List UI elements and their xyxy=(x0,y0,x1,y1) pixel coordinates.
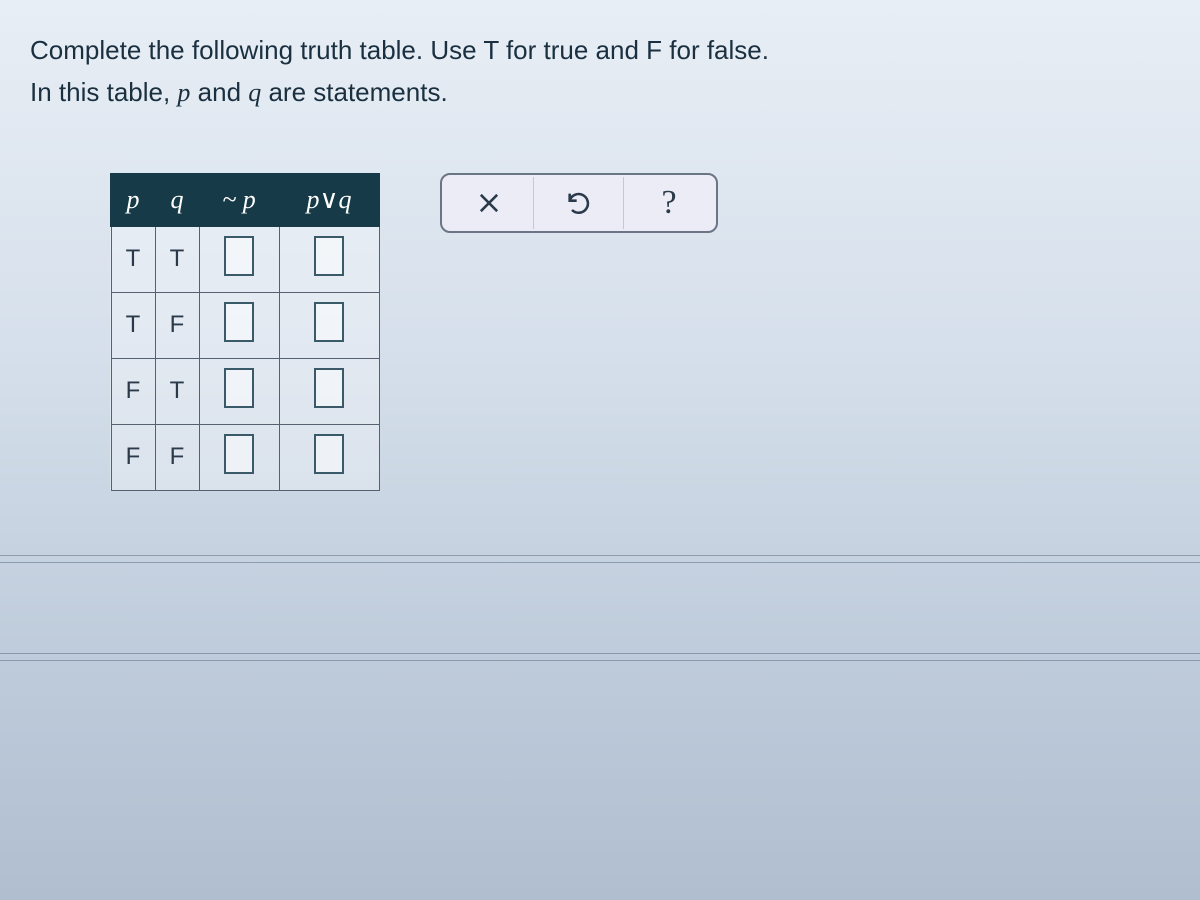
answer-input[interactable] xyxy=(224,368,254,408)
variable-p: p xyxy=(177,78,190,107)
answer-input[interactable] xyxy=(314,368,344,408)
cell-not-p xyxy=(199,358,279,424)
table-row: T T xyxy=(111,226,379,292)
question-prompt: Complete the following truth table. Use … xyxy=(30,30,1170,113)
table-header-row: p q ~ p p∨q xyxy=(111,174,379,226)
undo-button[interactable] xyxy=(534,177,624,229)
cell-not-p xyxy=(199,424,279,490)
header-p: p xyxy=(111,174,155,226)
table-row: F T xyxy=(111,358,379,424)
undo-icon xyxy=(565,189,593,217)
help-button[interactable]: ? xyxy=(624,177,714,229)
table-row: F F xyxy=(111,424,379,490)
close-icon xyxy=(475,189,503,217)
answer-toolbar: ? xyxy=(440,173,718,233)
clear-button[interactable] xyxy=(444,177,534,229)
answer-input[interactable] xyxy=(314,302,344,342)
header-q: q xyxy=(155,174,199,226)
cell-q: F xyxy=(155,424,199,490)
answer-input[interactable] xyxy=(224,434,254,474)
cell-p: F xyxy=(111,424,155,490)
cell-q: T xyxy=(155,358,199,424)
answer-input[interactable] xyxy=(224,302,254,342)
cell-not-p xyxy=(199,292,279,358)
cell-p-or-q xyxy=(279,358,379,424)
answer-input[interactable] xyxy=(314,236,344,276)
cell-q: T xyxy=(155,226,199,292)
header-not-p: ~ p xyxy=(199,174,279,226)
cell-not-p xyxy=(199,226,279,292)
answer-input[interactable] xyxy=(224,236,254,276)
cell-p: T xyxy=(111,226,155,292)
question-mark-icon: ? xyxy=(661,184,676,222)
header-p-or-q: p∨q xyxy=(279,174,379,226)
prompt-line-2: In this table, p and q are statements. xyxy=(30,72,1170,114)
table-row: T F xyxy=(111,292,379,358)
prompt-line-1: Complete the following truth table. Use … xyxy=(30,30,1170,72)
cell-p-or-q xyxy=(279,226,379,292)
variable-q: q xyxy=(248,78,261,107)
cell-p: T xyxy=(111,292,155,358)
cell-p-or-q xyxy=(279,292,379,358)
cell-q: F xyxy=(155,292,199,358)
answer-input[interactable] xyxy=(314,434,344,474)
cell-p: F xyxy=(111,358,155,424)
cell-p-or-q xyxy=(279,424,379,490)
truth-table: p q ~ p p∨q T T T F F xyxy=(110,173,380,491)
